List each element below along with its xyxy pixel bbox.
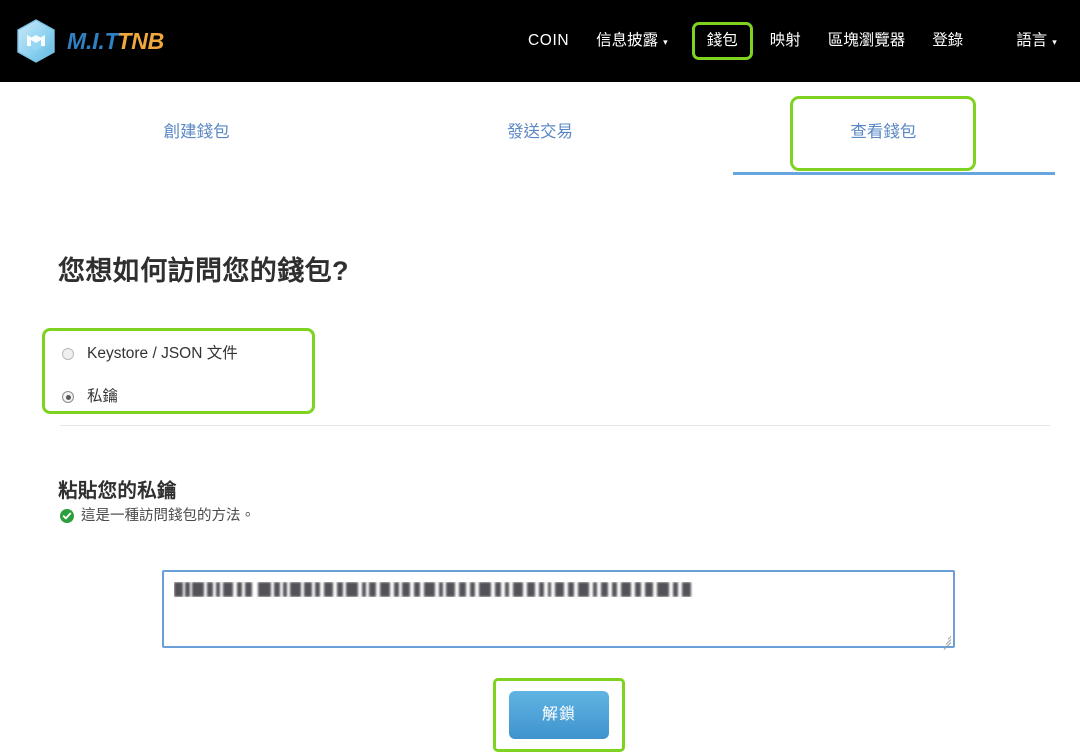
tab-create-wallet[interactable]: 創建錢包 xyxy=(25,82,368,178)
tab-active-underline xyxy=(733,172,1055,175)
private-key-input[interactable] xyxy=(162,570,955,648)
brand-name-primary: M.I.T xyxy=(67,28,118,54)
section-title: 粘貼您的私鑰 xyxy=(58,474,177,503)
radio-option-keystore[interactable]: Keystore / JSON 文件 xyxy=(62,342,312,366)
tab-create-wallet-label: 創建錢包 xyxy=(164,118,230,142)
access-method-radio-group: Keystore / JSON 文件 私鑰 xyxy=(62,342,312,428)
check-circle-icon xyxy=(60,509,74,523)
brand-logo-link[interactable]: M.I.TTNB xyxy=(14,18,164,64)
nav-item-language-label: 語言 xyxy=(1016,33,1047,49)
tab-view-wallet[interactable]: 查看錢包 xyxy=(712,82,1055,178)
top-navbar: M.I.TTNB COIN 信息披露 ▾ 錢包 映射 區塊瀏覽器 登錄 語言 ▾ xyxy=(0,0,1080,82)
private-key-field-wrap xyxy=(162,570,955,648)
helper-text: 這是一種訪問錢包的方法。 xyxy=(81,509,255,524)
page-title: 您想如何訪問您的錢包? xyxy=(58,249,349,288)
nav-item-language[interactable]: 語言 ▾ xyxy=(1016,33,1057,49)
nav-item-wallet[interactable]: 錢包 xyxy=(692,22,753,60)
tab-view-wallet-label: 查看錢包 xyxy=(850,118,916,142)
hexagon-cube-logo-icon xyxy=(14,18,58,64)
chevron-down-icon: ▾ xyxy=(1052,38,1057,47)
main-content: 您想如何訪問您的錢包? Keystore / JSON 文件 私鑰 粘貼您的私鑰… xyxy=(0,182,1080,754)
nav-item-coin[interactable]: COIN xyxy=(528,33,569,49)
nav-item-mapping-label: 映射 xyxy=(770,33,801,49)
nav-item-wallet-label: 錢包 xyxy=(707,33,738,49)
nav-item-disclosure-label: 信息披露 xyxy=(596,33,658,49)
brand-name-secondary: TNB xyxy=(117,28,164,54)
nav-item-block-explorer[interactable]: 區塊瀏覽器 xyxy=(828,33,906,49)
wallet-tabs-bar: 創建錢包 發送交易 查看錢包 xyxy=(0,82,1080,182)
nav-item-login-label: 登錄 xyxy=(932,33,963,49)
nav-item-coin-label: COIN xyxy=(528,33,569,49)
chevron-down-icon: ▾ xyxy=(663,38,668,47)
nav-links: COIN 信息披露 ▾ 錢包 映射 區塊瀏覽器 登錄 語言 ▾ xyxy=(528,0,1057,82)
nav-item-block-explorer-label: 區塊瀏覽器 xyxy=(828,33,906,49)
radio-option-private-key[interactable]: 私鑰 xyxy=(62,385,312,409)
radio-option-keystore-label: Keystore / JSON 文件 xyxy=(87,346,238,362)
radio-mark-private-key[interactable] xyxy=(62,391,74,403)
brand-text: M.I.TTNB xyxy=(67,30,164,53)
wallet-tabs: 創建錢包 發送交易 查看錢包 xyxy=(25,82,1055,180)
nav-item-disclosure[interactable]: 信息披露 ▾ xyxy=(596,33,668,49)
unlock-button[interactable]: 解鎖 xyxy=(509,691,609,739)
tab-send-transaction[interactable]: 發送交易 xyxy=(368,82,711,178)
tab-send-transaction-label: 發送交易 xyxy=(507,118,573,142)
nav-item-mapping[interactable]: 映射 xyxy=(770,33,801,49)
radio-mark-keystore[interactable] xyxy=(62,348,74,360)
helper-row: 這是一種訪問錢包的方法。 xyxy=(60,509,255,524)
nav-item-login[interactable]: 登錄 xyxy=(932,33,963,49)
radio-option-private-key-label: 私鑰 xyxy=(87,389,118,405)
section-divider xyxy=(60,425,1050,426)
